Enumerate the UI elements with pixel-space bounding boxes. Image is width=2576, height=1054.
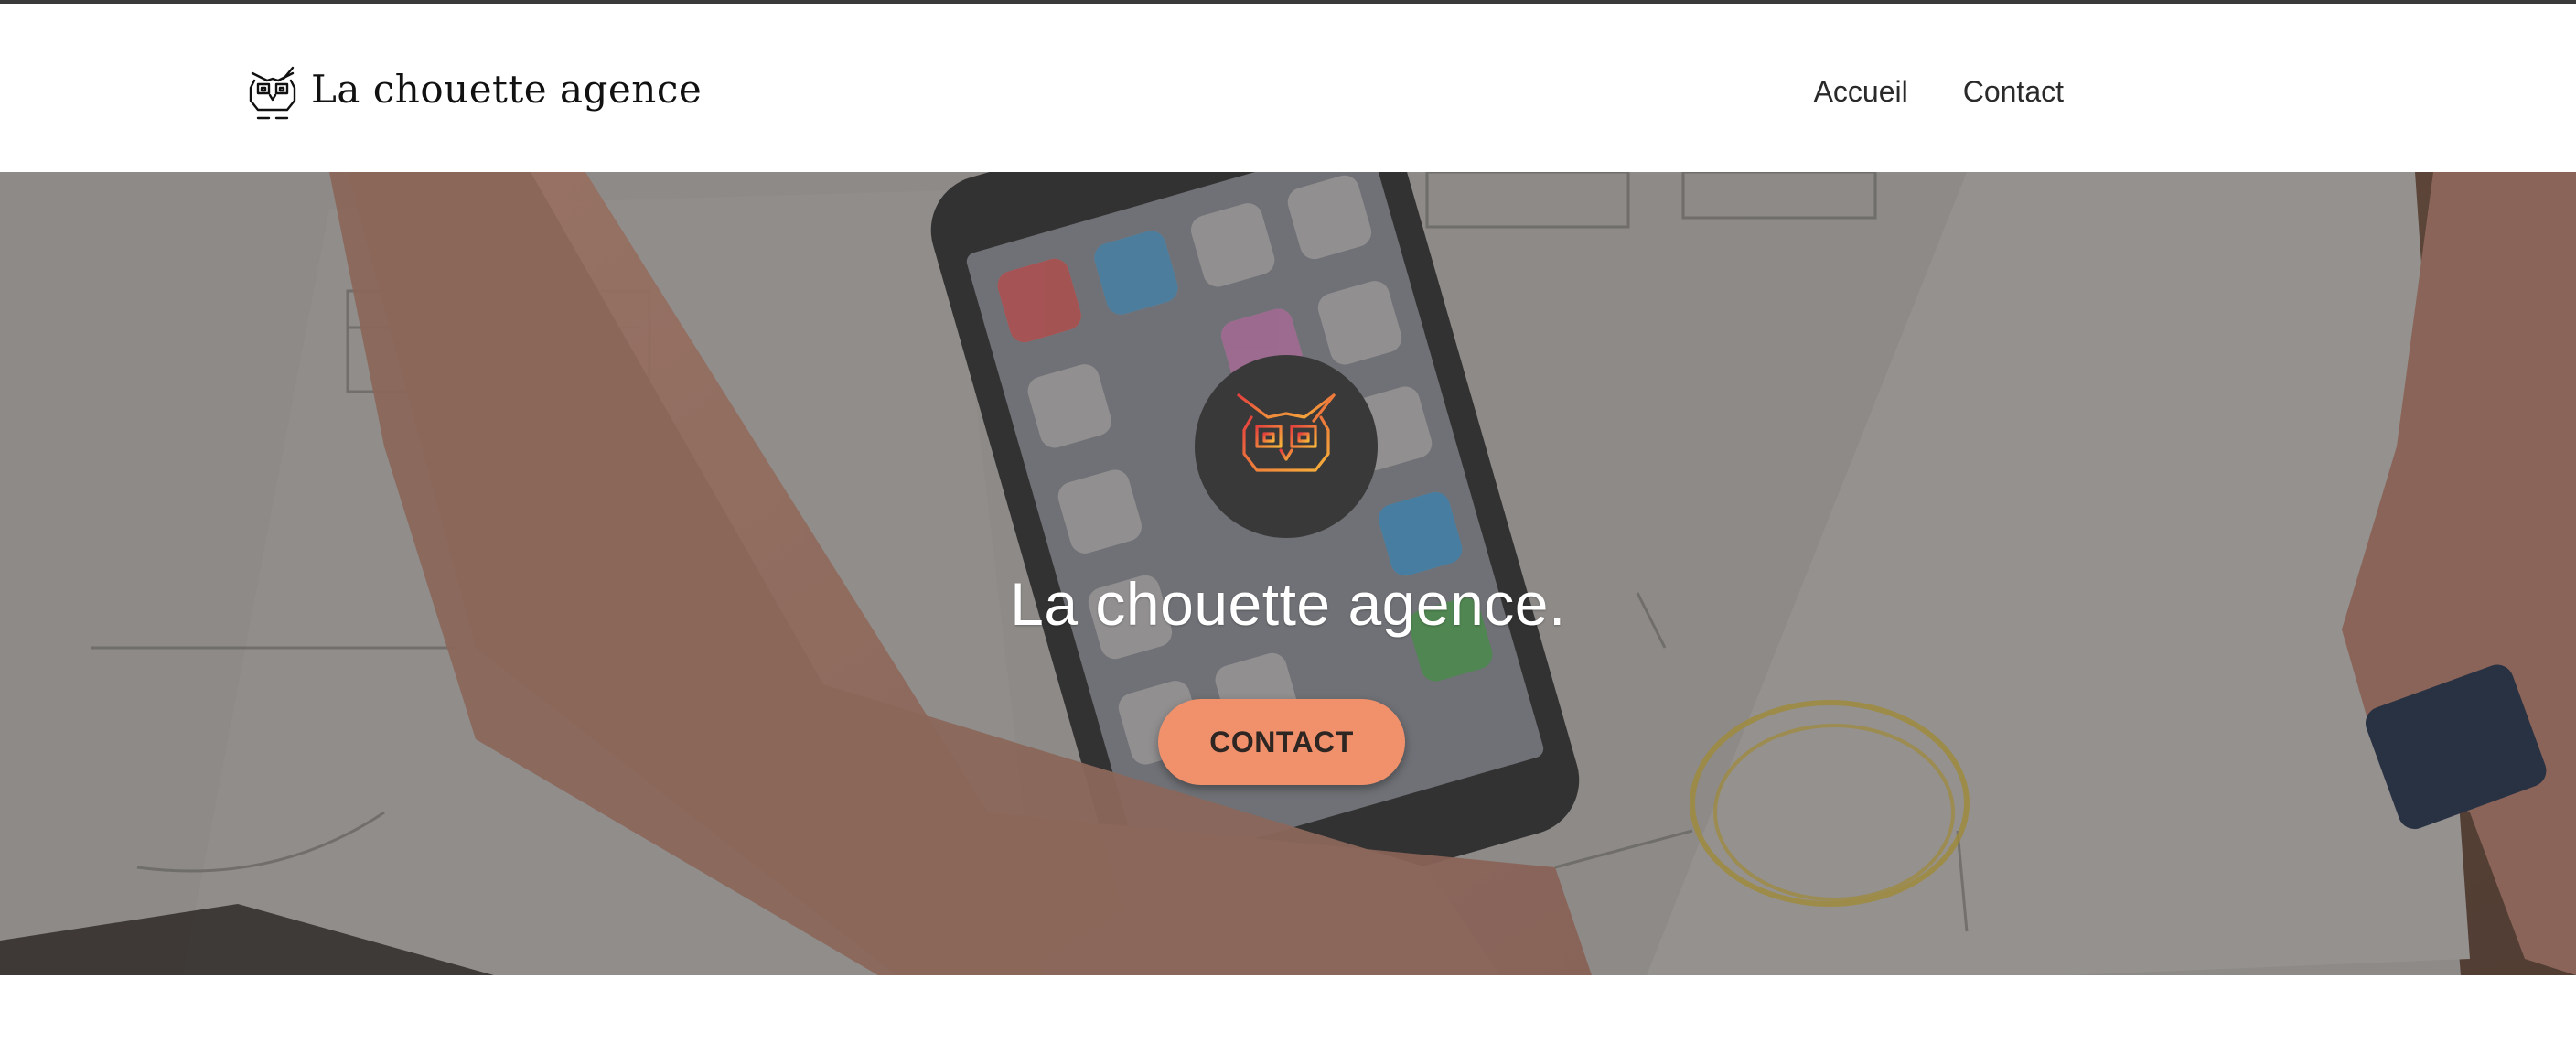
owl-icon	[1237, 393, 1336, 494]
owl-icon	[249, 66, 296, 120]
page-content-below	[0, 975, 2576, 1054]
nav-link-contact[interactable]: Contact	[1963, 75, 2064, 109]
hero-content: La chouette agence. CONTACT	[0, 172, 2576, 975]
brand-name: La chouette agence	[311, 67, 703, 112]
hero-section: La chouette agence. CONTACT	[0, 172, 2576, 975]
nav-link-accueil[interactable]: Accueil	[1814, 75, 1908, 109]
main-nav: Accueil Contact	[1814, 75, 2064, 109]
site-header: La chouette agence Accueil Contact	[0, 4, 2576, 172]
hero-emblem	[1195, 355, 1378, 538]
hero-title: La chouette agence.	[1010, 570, 1566, 638]
contact-button[interactable]: CONTACT	[1158, 699, 1405, 785]
brand-home-link[interactable]: La chouette agence	[243, 60, 702, 124]
